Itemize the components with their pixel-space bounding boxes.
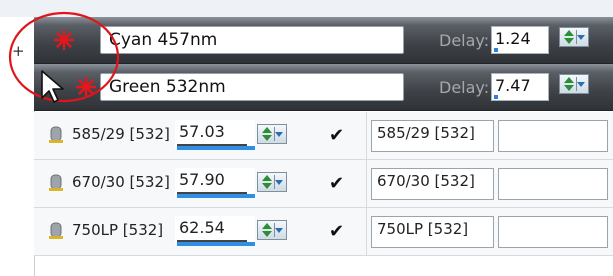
spin-up-arrow-icon [564, 77, 574, 83]
filter-level-bar [177, 146, 255, 150]
spin-down-arrow-icon [564, 38, 574, 44]
delay-level-bar [494, 48, 498, 52]
filter-description-field[interactable]: 750LP [532] [371, 216, 494, 248]
spin-up-arrow-icon [564, 30, 574, 36]
spin-up-arrow-icon [262, 175, 272, 181]
filter-row: 750LP [532] 62.54 ✔ 750LP [532] [34, 208, 613, 256]
spin-up-arrow-icon [262, 223, 272, 229]
filter-row: 585/29 [532] 57.03 ✔ 585/29 [532] [34, 112, 613, 160]
enabled-checkbox[interactable]: ✔ [329, 125, 344, 146]
delay-spinner-button[interactable] [559, 74, 589, 94]
delay-level-bar [494, 95, 498, 99]
dropdown-arrow-icon [577, 35, 585, 40]
filter-description-field[interactable]: 585/29 [532] [371, 120, 494, 152]
delay-input[interactable]: 1.24 [491, 26, 549, 54]
spin-up-arrow-icon [262, 127, 272, 133]
filter-icon [48, 174, 64, 197]
dropdown-arrow-icon [577, 82, 585, 87]
filter-level-bar [177, 242, 255, 246]
filter-spinner-button[interactable] [257, 220, 287, 240]
laser-name-field[interactable]: Green 532nm [100, 73, 404, 101]
laser-name-field[interactable]: Cyan 457nm [100, 26, 404, 54]
filter-level-bar [177, 194, 255, 198]
filter-extra-field[interactable] [498, 168, 608, 200]
dropdown-arrow-icon [275, 228, 283, 233]
filter-name: 750LP [532] [72, 221, 164, 239]
filter-row: 670/30 [532] 57.90 ✔ 670/30 [532] [34, 160, 613, 208]
delay-spinner-button[interactable] [559, 27, 589, 47]
spin-down-arrow-icon [262, 183, 272, 189]
delay-value: 1.24 [495, 29, 531, 48]
filter-icon [48, 222, 64, 245]
mouse-cursor-icon [41, 70, 64, 103]
filter-value: 62.54 [179, 218, 225, 237]
filter-description-field[interactable]: 670/30 [532] [371, 168, 494, 200]
delay-input[interactable]: 7.47 [491, 73, 549, 101]
filter-spinner-button[interactable] [257, 172, 287, 192]
filter-extra-field[interactable] [498, 120, 608, 152]
delay-label: Delay: [439, 78, 490, 97]
enabled-checkbox[interactable]: ✔ [329, 173, 344, 194]
filter-value-input[interactable]: 57.03 [175, 120, 255, 150]
filter-name: 670/30 [532] [72, 173, 170, 191]
filter-value: 57.90 [179, 170, 225, 189]
filter-icon [48, 126, 64, 149]
filter-extra-field[interactable] [498, 216, 608, 248]
filter-spinner-button[interactable] [257, 124, 287, 144]
dropdown-arrow-icon [275, 132, 283, 137]
spin-down-arrow-icon [564, 85, 574, 91]
filter-value: 57.03 [179, 122, 225, 141]
dropdown-arrow-icon [275, 180, 283, 185]
filter-value-input[interactable]: 57.90 [175, 168, 255, 198]
spin-down-arrow-icon [262, 231, 272, 237]
delay-label: Delay: [439, 31, 490, 50]
spin-down-arrow-icon [262, 135, 272, 141]
delay-value: 7.47 [495, 76, 531, 95]
filter-name: 585/29 [532] [72, 125, 170, 143]
filter-value-input[interactable]: 62.54 [175, 216, 255, 246]
enabled-checkbox[interactable]: ✔ [329, 221, 344, 242]
